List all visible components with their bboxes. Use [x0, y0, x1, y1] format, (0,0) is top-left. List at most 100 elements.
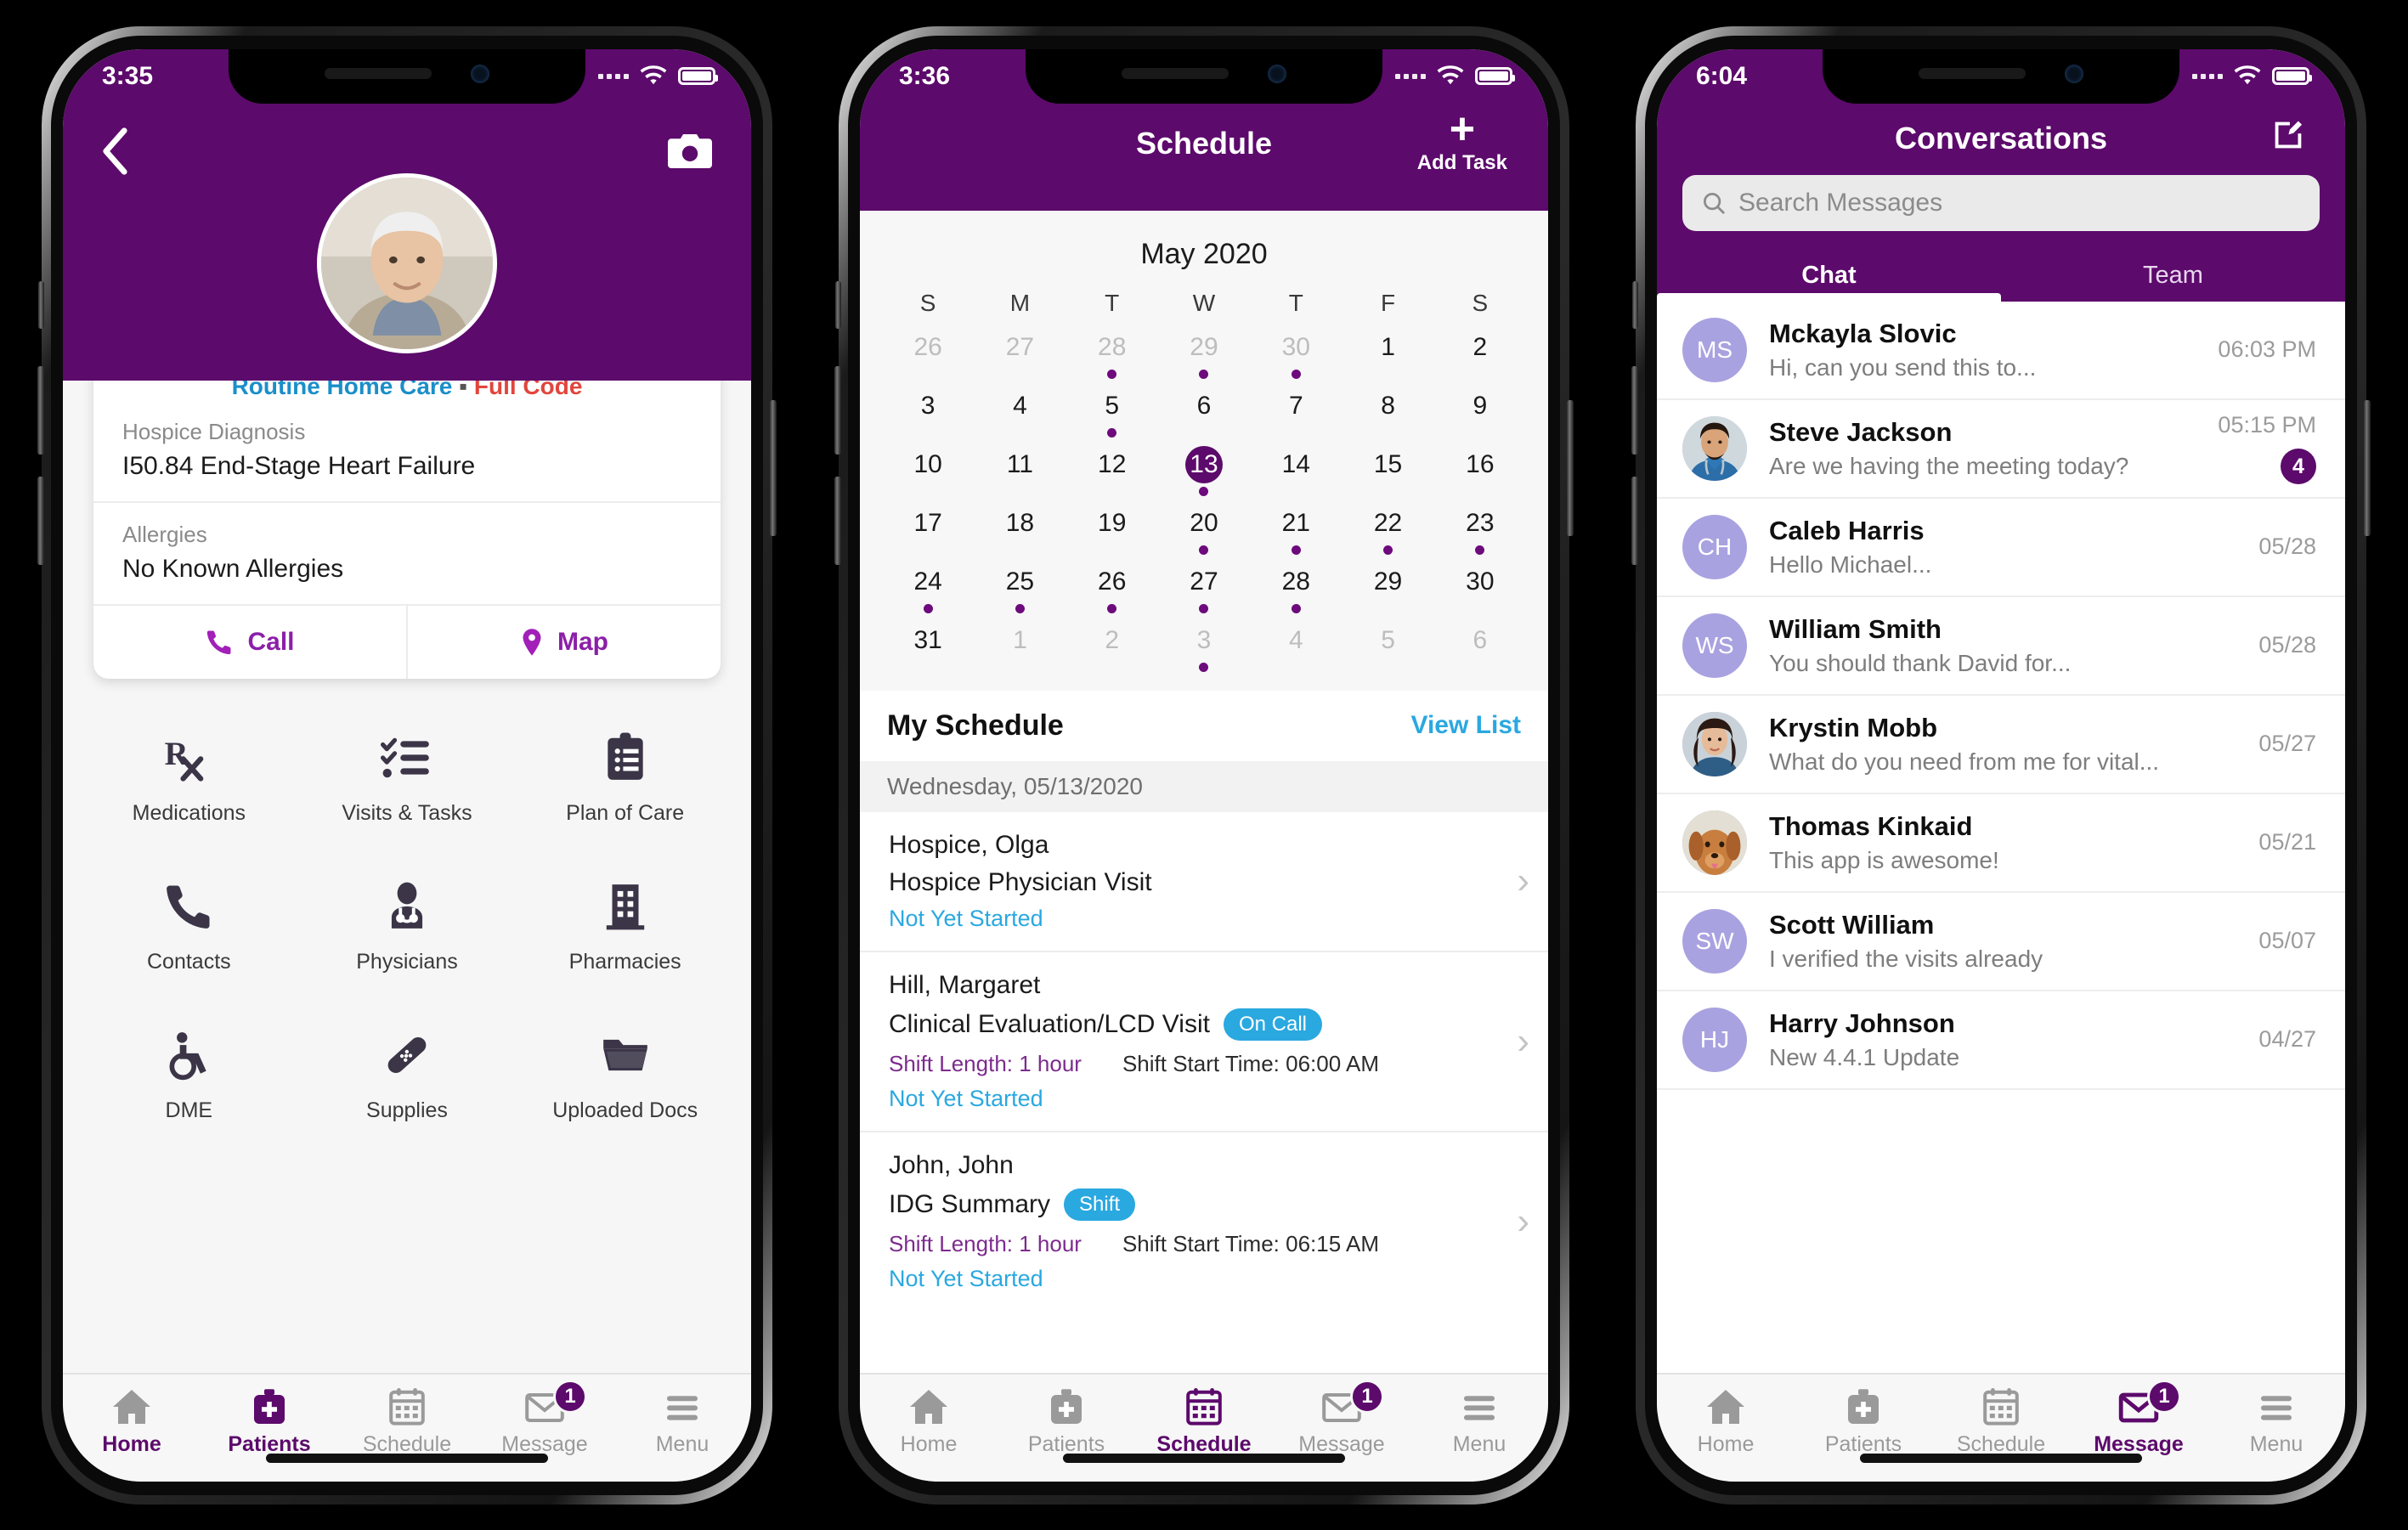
search-bar[interactable] [1682, 174, 2320, 231]
tab-patients[interactable]: Patients [998, 1388, 1135, 1457]
conversation-row[interactable]: CH Caleb Harris Hello Michael... 05/28 [1657, 499, 2345, 597]
grid-item-plan-of-care[interactable]: Plan of Care [516, 713, 734, 855]
calendar-day[interactable]: 24 [882, 563, 974, 622]
home-indicator[interactable] [266, 1453, 548, 1463]
volume-down-button[interactable] [37, 476, 44, 565]
calendar-day[interactable]: 6 [1158, 387, 1250, 446]
tab-menu[interactable]: Menu [613, 1388, 751, 1457]
tab-home[interactable]: Home [1657, 1388, 1795, 1457]
calendar-day[interactable]: 4 [974, 387, 1066, 446]
volume-up-button[interactable] [834, 365, 841, 454]
volume-down-button[interactable] [1631, 476, 1638, 565]
schedule-item[interactable]: Hospice, Olga Hospice Physician Visit Not … [860, 812, 1548, 952]
tab-chat[interactable]: Chat [1657, 253, 2001, 302]
calendar-day[interactable]: 15 [1342, 446, 1433, 505]
compose-icon[interactable] [2269, 116, 2308, 155]
calendar-day[interactable]: 17 [882, 505, 974, 563]
calendar-day[interactable]: 13 [1158, 445, 1250, 505]
calendar-day[interactable]: 12 [1066, 446, 1158, 505]
calendar-day[interactable]: 25 [974, 563, 1066, 622]
grid-item-visits-tasks[interactable]: Visits & Tasks [298, 713, 517, 855]
calendar-day[interactable]: 1 [974, 622, 1066, 680]
chevron-left-icon[interactable] [100, 127, 129, 175]
call-button[interactable]: Call [93, 606, 406, 679]
tab-patients[interactable]: Patients [201, 1388, 338, 1457]
schedule-item[interactable]: John, John IDG Summary Shift Shift Length: … [860, 1132, 1548, 1311]
calendar-day[interactable]: 18 [974, 505, 1066, 563]
tab-menu[interactable]: Menu [1410, 1388, 1548, 1457]
calendar-day[interactable]: 4 [1250, 622, 1342, 680]
calendar-day[interactable]: 1 [1342, 329, 1433, 387]
volume-up-button[interactable] [1631, 365, 1638, 454]
tab-home[interactable]: Home [860, 1388, 998, 1457]
calendar-day[interactable]: 29 [1342, 563, 1433, 622]
calendar-day[interactable]: 22 [1342, 505, 1433, 563]
calendar-day[interactable]: 29 [1158, 329, 1250, 387]
tab-schedule[interactable]: Schedule [1135, 1387, 1273, 1457]
conversation-row[interactable]: SW Scott William I verified the visits a… [1657, 893, 2345, 991]
calendar-day[interactable]: 27 [1158, 563, 1250, 622]
calendar-day[interactable]: 23 [1434, 505, 1526, 563]
volume-up-button[interactable] [37, 365, 44, 454]
view-list-link[interactable]: View List [1411, 711, 1522, 740]
calendar-day[interactable]: 30 [1250, 329, 1342, 387]
conversation-row[interactable]: Steve Jackson Are we having the meeting … [1657, 400, 2345, 499]
tab-patients[interactable]: Patients [1795, 1388, 1932, 1457]
grid-item-dme[interactable]: DME [80, 1010, 298, 1152]
mute-switch[interactable] [1632, 280, 1638, 329]
grid-item-medications[interactable]: R Medications [80, 713, 298, 855]
grid-item-uploaded-docs[interactable]: Uploaded Docs [516, 1010, 734, 1152]
calendar-day[interactable]: 7 [1250, 387, 1342, 446]
power-button[interactable] [1567, 399, 1574, 536]
calendar-day[interactable]: 20 [1158, 505, 1250, 563]
calendar-day[interactable]: 26 [882, 329, 974, 387]
tab-home[interactable]: Home [63, 1388, 201, 1457]
calendar-day[interactable]: 16 [1434, 446, 1526, 505]
calendar-day[interactable]: 3 [882, 387, 974, 446]
tab-message[interactable]: 1 Message [2070, 1379, 2207, 1457]
tab-menu[interactable]: Menu [2207, 1388, 2345, 1457]
calendar-day[interactable]: 9 [1434, 387, 1526, 446]
tab-schedule[interactable]: Schedule [338, 1387, 476, 1457]
schedule-item[interactable]: Hill, Margaret Clinical Evaluation/LCD Vi… [860, 952, 1548, 1132]
map-button[interactable]: Map [406, 605, 721, 679]
tab-schedule[interactable]: Schedule [1932, 1387, 2070, 1457]
calendar-day[interactable]: 3 [1158, 622, 1250, 680]
calendar-day[interactable]: 11 [974, 446, 1066, 505]
calendar-day[interactable]: 6 [1434, 622, 1526, 680]
calendar-day[interactable]: 2 [1434, 329, 1526, 387]
calendar-day[interactable]: 28 [1250, 563, 1342, 622]
calendar-day[interactable]: 19 [1066, 505, 1158, 563]
calendar-day[interactable]: 5 [1066, 387, 1158, 446]
mute-switch[interactable] [835, 280, 841, 329]
tab-team[interactable]: Team [2001, 253, 2345, 302]
conversation-row[interactable]: Thomas Kinkaid This app is awesome! 05/2… [1657, 794, 2345, 893]
calendar-day[interactable]: 31 [882, 622, 974, 680]
grid-item-supplies[interactable]: Supplies [298, 1010, 517, 1152]
calendar-day[interactable]: 27 [974, 329, 1066, 387]
mute-switch[interactable] [38, 280, 44, 329]
camera-icon[interactable] [666, 131, 714, 172]
add-task-button[interactable]: + Add Task [1417, 107, 1507, 175]
volume-down-button[interactable] [834, 476, 841, 565]
conversation-row[interactable]: Krystin Mobb What do you need from me fo… [1657, 696, 2345, 794]
power-button[interactable] [2364, 399, 2371, 536]
calendar-day[interactable]: 14 [1250, 446, 1342, 505]
calendar-day[interactable]: 5 [1342, 622, 1433, 680]
tab-message[interactable]: 1 Message [476, 1379, 613, 1457]
calendar-day[interactable]: 2 [1066, 622, 1158, 680]
calendar-day[interactable]: 30 [1434, 563, 1526, 622]
conversation-row[interactable]: MS Mckayla Slovic Hi, can you send this … [1657, 302, 2345, 400]
calendar-day[interactable]: 8 [1342, 387, 1433, 446]
home-indicator[interactable] [1063, 1453, 1345, 1463]
grid-item-contacts[interactable]: Contacts [80, 861, 298, 1003]
calendar-day[interactable]: 26 [1066, 563, 1158, 622]
home-indicator[interactable] [1860, 1453, 2142, 1463]
grid-item-physicians[interactable]: Physicians [298, 861, 517, 1003]
calendar-day[interactable]: 28 [1066, 329, 1158, 387]
conversation-row[interactable]: WS William Smith You should thank David … [1657, 597, 2345, 696]
tab-message[interactable]: 1 Message [1273, 1379, 1410, 1457]
grid-item-pharmacies[interactable]: Pharmacies [516, 861, 734, 1003]
power-button[interactable] [770, 399, 777, 536]
conversation-row[interactable]: HJ Harry Johnson New 4.4.1 Update 04/27 [1657, 991, 2345, 1090]
